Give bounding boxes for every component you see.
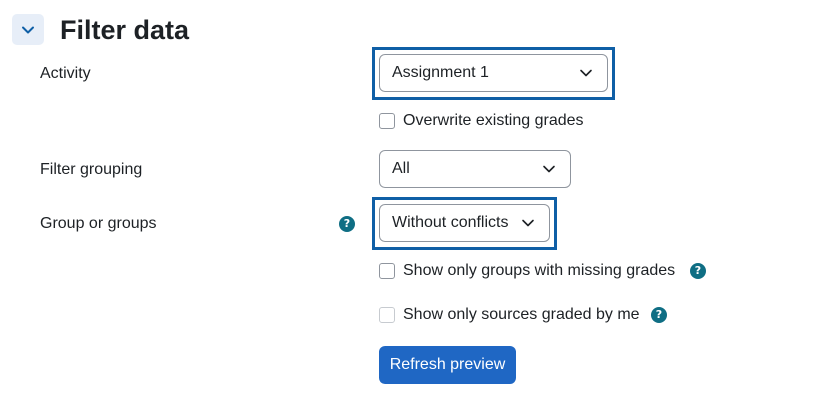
missing-grades-label: Show only groups with missing grades [403, 262, 676, 279]
filter-grouping-select[interactable]: All [379, 150, 571, 188]
groups-label: Group or groups [40, 215, 157, 232]
refresh-preview-button[interactable]: Refresh preview [379, 346, 516, 384]
graded-by-me-row: Show only sources graded by me [379, 305, 640, 325]
collapse-section-button[interactable] [12, 14, 44, 45]
activity-select[interactable]: Assignment 1 [379, 54, 608, 92]
missing-grades-checkbox[interactable] [379, 263, 395, 279]
chevron-down-icon [543, 165, 555, 173]
activity-select-value: Assignment 1 [392, 64, 489, 81]
groups-help-icon[interactable]: ? [339, 216, 355, 232]
graded-by-me-label: Show only sources graded by me [403, 306, 640, 323]
graded-by-me-help-icon[interactable]: ? [651, 307, 667, 323]
missing-grades-row: Show only groups with missing grades [379, 261, 675, 281]
chevron-down-icon [580, 69, 592, 77]
missing-grades-help-icon[interactable]: ? [690, 263, 706, 279]
chevron-down-icon [522, 219, 534, 227]
overwrite-grades-checkbox[interactable] [379, 113, 395, 129]
overwrite-grades-row: Overwrite existing grades [379, 111, 584, 131]
section-title: Filter data [60, 15, 190, 45]
groups-select-value: Without conflicts [392, 214, 509, 231]
graded-by-me-checkbox[interactable] [379, 307, 395, 323]
activity-label: Activity [40, 65, 91, 82]
filter-grouping-select-value: All [392, 160, 410, 177]
overwrite-grades-label: Overwrite existing grades [403, 112, 584, 129]
filter-data-form: Filter data Activity Assignment 1 Overwr… [0, 0, 827, 396]
chevron-down-icon [22, 26, 34, 33]
filter-grouping-label: Filter grouping [40, 161, 143, 178]
groups-select[interactable]: Without conflicts [379, 204, 550, 242]
